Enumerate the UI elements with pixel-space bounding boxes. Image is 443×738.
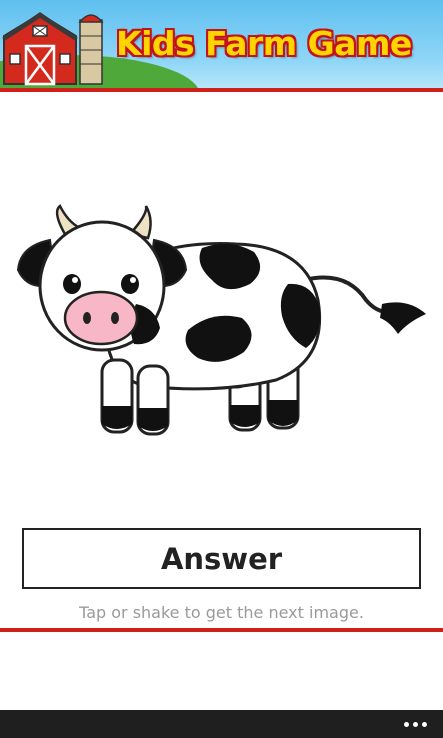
header-divider: [0, 88, 443, 92]
answer-button-label: Answer: [160, 541, 283, 576]
barn-logo-icon: [0, 6, 110, 88]
dot: [421, 721, 427, 727]
answer-button[interactable]: Answer: [22, 528, 421, 589]
dot: [403, 721, 409, 727]
cow-image[interactable]: [16, 200, 430, 440]
app-title: Kids Farm Game: [116, 24, 412, 63]
header-banner: Kids Farm Game: [0, 0, 443, 88]
dot: [412, 721, 418, 727]
hint-text: Tap or shake to get the next image.: [79, 603, 364, 622]
footer-divider: [0, 628, 443, 632]
app-screen: Kids Farm Game Answer Tap or shake to ge…: [0, 0, 443, 738]
ellipsis-icon[interactable]: [395, 710, 435, 738]
app-bar: [0, 710, 443, 738]
